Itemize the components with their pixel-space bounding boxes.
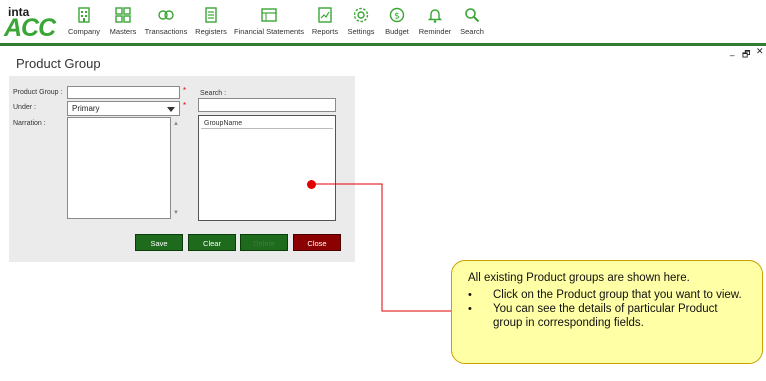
search-input[interactable] xyxy=(198,98,336,112)
logo-main-text: ACC xyxy=(4,14,56,42)
clear-button[interactable]: Clear xyxy=(188,234,236,251)
top-toolbar: inta ACC Company Masters Transactions Re… xyxy=(0,0,766,44)
nav-label-financial-statements: Financial Statements xyxy=(233,27,305,36)
nav-registers[interactable]: Registers xyxy=(195,6,227,40)
report-chart-icon xyxy=(318,7,332,23)
chevron-down-icon xyxy=(167,107,175,112)
group-list-grid[interactable]: GroupName xyxy=(198,115,336,221)
product-group-input[interactable] xyxy=(67,86,180,99)
product-group-required-mark: * xyxy=(183,86,187,95)
boxes-icon xyxy=(115,7,131,23)
nav-label-transactions: Transactions xyxy=(144,27,188,36)
nav-reminder[interactable]: Reminder xyxy=(418,6,452,40)
nav-reports[interactable]: Reports xyxy=(311,6,339,40)
money-exchange-icon xyxy=(158,10,174,20)
delete-button[interactable]: Delete xyxy=(240,234,288,251)
scroll-down-icon[interactable]: ▼ xyxy=(173,210,179,216)
callout-bullet: You can see the details of particular Pr… xyxy=(468,302,750,330)
under-select[interactable]: Primary xyxy=(67,101,180,116)
nav-settings[interactable]: Settings xyxy=(346,6,376,40)
under-required-mark: * xyxy=(183,101,187,110)
under-label: Under : xyxy=(13,104,36,111)
minimize-icon[interactable]: _ xyxy=(730,47,735,57)
nav-label-settings: Settings xyxy=(347,27,375,36)
building-icon xyxy=(78,7,90,23)
nav-masters[interactable]: Masters xyxy=(109,6,137,40)
statement-icon xyxy=(261,8,277,22)
callout-bullet: Click on the Product group that you want… xyxy=(468,288,750,302)
callout-bullets: Click on the Product group that you want… xyxy=(468,288,750,330)
callout-pointer-dot xyxy=(307,180,316,189)
narration-textarea[interactable] xyxy=(67,117,171,219)
search-icon xyxy=(465,8,480,23)
save-button[interactable]: Save xyxy=(135,234,183,251)
close-icon[interactable]: ✕ xyxy=(756,47,764,57)
scroll-up-icon[interactable]: ▲ xyxy=(173,121,179,127)
page-title: Product Group xyxy=(16,56,101,71)
nav-search[interactable]: Search xyxy=(459,6,485,40)
budget-coin-icon: $ xyxy=(389,7,405,23)
grid-header-groupname[interactable]: GroupName xyxy=(201,118,333,129)
gear-icon xyxy=(353,7,369,23)
nav-transactions[interactable]: Transactions xyxy=(144,6,188,40)
app-logo: inta ACC xyxy=(4,3,64,42)
nav-financial-statements[interactable]: Financial Statements xyxy=(233,6,305,40)
nav-label-reminder: Reminder xyxy=(418,27,452,36)
help-callout: All existing Product groups are shown he… xyxy=(451,260,763,364)
restore-icon[interactable]: 🗗 xyxy=(742,47,750,63)
callout-heading: All existing Product groups are shown he… xyxy=(468,272,690,284)
register-book-icon xyxy=(205,7,217,23)
narration-label: Narration : xyxy=(13,120,46,127)
bell-icon xyxy=(427,9,443,23)
nav-budget[interactable]: $ Budget xyxy=(384,6,410,40)
nav-label-budget: Budget xyxy=(385,27,409,36)
under-select-value: Primary xyxy=(72,104,100,113)
nav-company[interactable]: Company xyxy=(68,6,100,40)
nav-label-masters: Masters xyxy=(109,27,137,36)
nav-label-reports: Reports xyxy=(311,27,339,36)
product-group-label: Product Group : xyxy=(13,89,63,96)
nav-label-company: Company xyxy=(67,27,101,36)
nav-label-registers: Registers xyxy=(195,27,227,36)
toolbar-divider xyxy=(0,43,766,46)
nav-label-search: Search xyxy=(460,27,484,36)
close-button[interactable]: Close xyxy=(293,234,341,251)
search-label: Search : xyxy=(200,90,227,97)
svg-text:$: $ xyxy=(394,12,400,22)
